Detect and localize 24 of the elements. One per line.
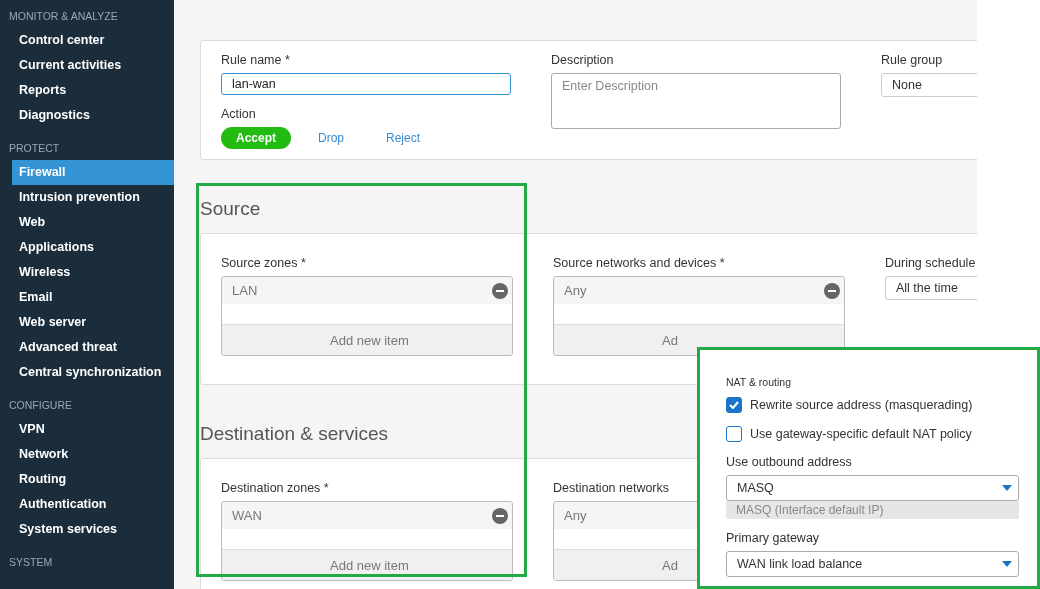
field-label: Rule group [881, 52, 943, 69]
field-label: Action [221, 106, 256, 123]
field-label: Primary gateway [726, 530, 820, 547]
field-label: Use outbound address [726, 454, 852, 471]
field-label: Destination networks [553, 480, 670, 497]
section-title: MONITOR & ANALYZE [8, 9, 119, 24]
panel-title: NAT & routing [726, 376, 792, 388]
list-item: Any [564, 508, 587, 523]
list-item: LAN [232, 283, 258, 298]
checkbox-label: Use gateway-specific default NAT policy [750, 427, 972, 441]
field-label: During schedule [885, 255, 976, 272]
field-label: Source networks and devices * [553, 255, 725, 272]
section-heading: Source [200, 197, 261, 221]
list-item: WAN [232, 508, 262, 523]
section-title: CONFIGURE [8, 398, 73, 413]
field-label: Rule name * [221, 52, 290, 69]
field-label: Destination zones * [221, 480, 329, 497]
section-title: PROTECT [8, 141, 61, 156]
section-heading: Destination & services [200, 422, 388, 446]
list-item: Any [564, 283, 587, 298]
field-label: Source zones * [221, 255, 306, 272]
section-title: SYSTEM [8, 555, 54, 570]
field-label: Description [551, 52, 614, 69]
checkbox-label: Rewrite source address (masquerading) [750, 398, 973, 412]
